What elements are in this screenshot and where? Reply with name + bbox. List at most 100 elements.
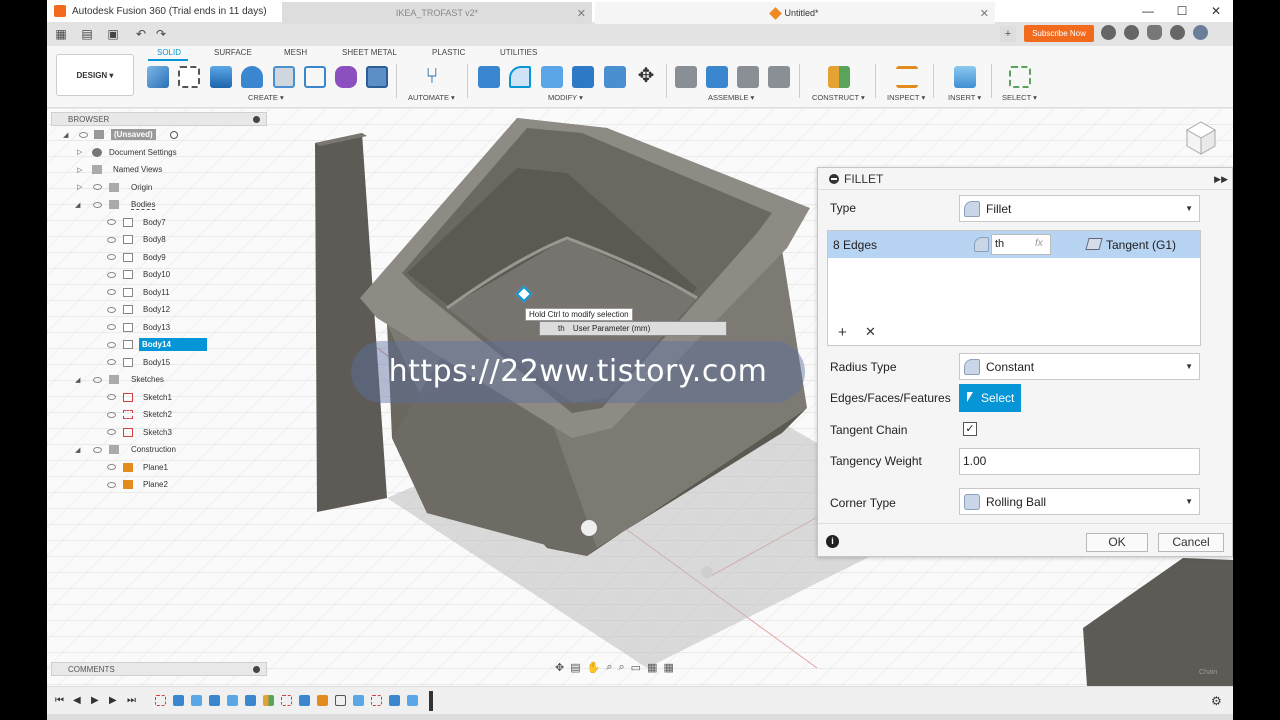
timeline-feature-icon[interactable] — [389, 695, 400, 706]
timeline-feature-icon[interactable] — [299, 695, 310, 706]
add-selection-set-button[interactable]: + — [838, 324, 847, 341]
add-comment-icon[interactable] — [253, 666, 260, 673]
activate-radio-icon[interactable] — [170, 130, 178, 139]
timeline-extrude-icon[interactable] — [173, 695, 184, 706]
tree-body[interactable]: Body15 — [51, 354, 267, 372]
minimize-icon[interactable]: — — [1131, 0, 1165, 22]
create-menu[interactable]: CREATE ▾ — [248, 93, 284, 102]
insert-menu[interactable]: INSERT ▾ — [948, 93, 981, 102]
help-icon[interactable] — [1170, 25, 1185, 40]
joint-origin-icon[interactable] — [768, 66, 790, 88]
edge-set-row[interactable]: 8 Edges th fx Tangent (G1) — [828, 231, 1200, 258]
eye-icon[interactable] — [107, 394, 116, 401]
ok-button[interactable]: OK — [1086, 533, 1148, 552]
tree-body[interactable]: Body13 — [51, 319, 267, 337]
avatar[interactable] — [1193, 25, 1208, 40]
timeline-feature-icon[interactable] — [407, 695, 418, 706]
job-status-icon[interactable] — [1124, 25, 1139, 40]
browser-header[interactable]: BROWSER — [51, 112, 267, 126]
tree-sketch[interactable]: Sketch1 — [51, 389, 267, 407]
tree-body-selected[interactable]: Body14 — [51, 336, 267, 354]
timeline-feature-icon[interactable] — [353, 695, 364, 706]
tree-body[interactable]: Body8 — [51, 231, 267, 249]
info-icon[interactable]: i — [826, 535, 839, 548]
tree-plane[interactable]: Plane2 — [51, 476, 267, 494]
grid-settings-icon[interactable]: ▦ — [647, 661, 657, 674]
construct-menu[interactable]: CONSTRUCT ▾ — [812, 93, 865, 102]
move-icon[interactable]: ✥ — [635, 66, 657, 88]
timeline-feature-icon[interactable] — [191, 695, 202, 706]
tab-mesh[interactable]: MESH — [284, 48, 307, 57]
zoom-icon[interactable]: ⌕ — [606, 661, 612, 674]
tree-root[interactable]: ◢ (Unsaved) — [51, 126, 267, 144]
pattern-icon[interactable] — [304, 66, 326, 88]
eye-icon[interactable] — [107, 481, 116, 488]
modify-menu[interactable]: MODIFY ▾ — [548, 93, 583, 102]
go-to-start-icon[interactable]: ⏮ — [55, 695, 64, 706]
expand-arrow-icon[interactable]: ◢ — [75, 201, 80, 209]
fx-icon[interactable]: fx — [1035, 238, 1043, 249]
timeline-feature-icon[interactable] — [209, 695, 220, 706]
tab-sheet-metal[interactable]: SHEET METAL — [342, 48, 397, 57]
tree-sketch[interactable]: Sketch2 — [51, 406, 267, 424]
extrude-icon[interactable] — [210, 66, 232, 88]
eye-icon[interactable] — [93, 184, 102, 191]
eye-icon[interactable] — [107, 429, 116, 436]
automate-menu[interactable]: AUTOMATE ▾ — [408, 93, 455, 102]
zoom-window-icon[interactable]: ⌕ — [619, 661, 625, 674]
grip-handle-icon[interactable] — [581, 520, 597, 536]
timeline-sketch-icon[interactable] — [371, 695, 382, 706]
notifications-icon[interactable] — [1147, 25, 1162, 40]
continuity-select[interactable]: Tangent (G1) — [1106, 238, 1176, 252]
timeline-feature-icon[interactable] — [317, 695, 328, 706]
tab-untitled[interactable]: Untitled* ✕ — [595, 2, 995, 24]
new-tab-button[interactable]: + — [1000, 26, 1016, 42]
eye-icon[interactable] — [107, 219, 116, 226]
expand-arrow-icon[interactable]: ▷ — [77, 148, 82, 156]
eye-icon[interactable] — [107, 324, 116, 331]
step-forward-icon[interactable]: ▶ — [109, 695, 117, 706]
assemble-menu[interactable]: ASSEMBLE ▾ — [708, 93, 754, 102]
corner-type-select[interactable]: Rolling Ball ▼ — [959, 488, 1200, 515]
step-back-icon[interactable]: ◀ — [73, 695, 81, 706]
eye-icon[interactable] — [107, 271, 116, 278]
tree-origin[interactable]: ▷ Origin — [51, 179, 267, 197]
orbit-icon[interactable]: ✥ — [555, 661, 564, 674]
new-component-assemble-icon[interactable] — [675, 66, 697, 88]
viewcube[interactable] — [1183, 118, 1219, 158]
joint-icon[interactable] — [706, 66, 728, 88]
comments-header[interactable]: COMMENTS — [51, 662, 267, 676]
tree-construction[interactable]: ◢ Construction — [51, 441, 267, 459]
tree-body[interactable]: Body10 — [51, 266, 267, 284]
derive-icon[interactable] — [366, 66, 388, 88]
tangency-weight-input[interactable]: 1.00 — [959, 448, 1200, 475]
timeline-sketch-icon[interactable] — [155, 695, 166, 706]
eye-icon[interactable] — [107, 359, 116, 366]
select-menu[interactable]: SELECT ▾ — [1002, 93, 1037, 102]
app-grid-icon[interactable]: ▦ — [51, 27, 71, 41]
eye-icon[interactable] — [107, 254, 116, 261]
tree-body[interactable]: Body11 — [51, 284, 267, 302]
expand-arrow-icon[interactable]: ▷ — [77, 166, 82, 174]
shell-icon[interactable] — [572, 66, 594, 88]
extensions-icon[interactable] — [1101, 25, 1116, 40]
combine-icon[interactable] — [604, 66, 626, 88]
insert-image-icon[interactable] — [954, 66, 976, 88]
eye-icon[interactable] — [107, 341, 116, 348]
expand-arrow-icon[interactable]: ◢ — [63, 131, 68, 139]
remove-selection-set-button[interactable]: ✕ — [865, 324, 876, 340]
tree-sketches[interactable]: ◢ Sketches — [51, 371, 267, 389]
eye-icon[interactable] — [107, 236, 116, 243]
hole-icon[interactable] — [273, 66, 295, 88]
as-built-joint-icon[interactable] — [737, 66, 759, 88]
eye-icon[interactable] — [107, 464, 116, 471]
eye-icon[interactable] — [93, 376, 102, 383]
timeline-feature-icon[interactable] — [245, 695, 256, 706]
tree-document-settings[interactable]: ▷ Document Settings — [51, 144, 267, 162]
tab-plastic[interactable]: PLASTIC — [432, 48, 465, 57]
form-icon[interactable] — [335, 66, 357, 88]
automate-icon[interactable]: ⑂ — [421, 65, 443, 88]
tree-bodies[interactable]: ◢ Bodies — [51, 196, 267, 214]
cancel-button[interactable]: Cancel — [1158, 533, 1224, 552]
collapse-dialog-icon[interactable] — [829, 174, 839, 184]
